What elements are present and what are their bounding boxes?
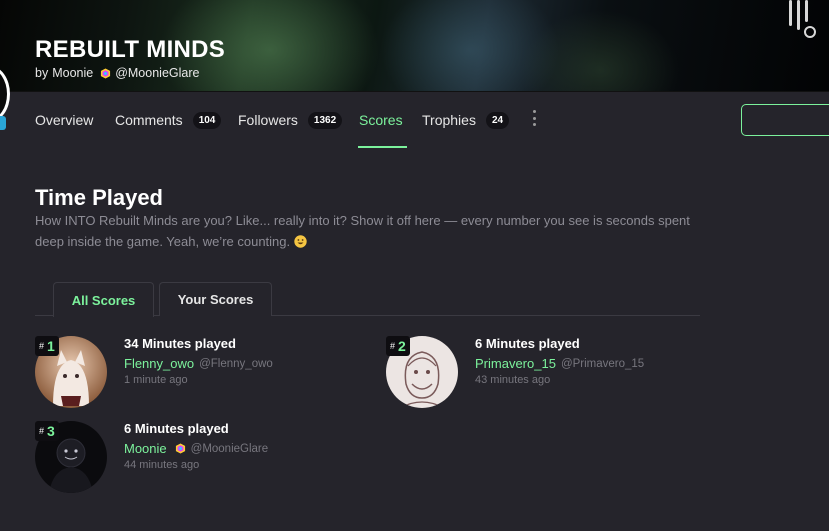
tab-followers-label: Followers: [238, 112, 298, 128]
tab-followers[interactable]: Followers 1362: [238, 92, 343, 148]
tab-all-scores-label: All Scores: [71, 292, 136, 308]
tab-scores[interactable]: Scores: [358, 92, 407, 148]
tab-overview-label: Overview: [35, 112, 94, 128]
author-byline: by Moonie @MoonieGlare: [35, 66, 199, 80]
rank-badge: #2: [386, 336, 410, 356]
score-time: 43 minutes ago: [475, 374, 551, 386]
tab-comments-label: Comments: [115, 112, 183, 128]
tab-all-scores[interactable]: All Scores: [53, 282, 154, 317]
tab-scores-label: Scores: [359, 112, 403, 128]
rank-number: 2: [398, 338, 406, 354]
score-username[interactable]: Moonie: [124, 441, 167, 456]
hexagon-badge-icon: [101, 67, 111, 79]
tab-trophies-label: Trophies: [422, 112, 476, 128]
score-username[interactable]: Primavero_15: [475, 356, 556, 371]
rank-number: 3: [47, 423, 55, 439]
score-handle: @Primavero_15: [560, 357, 645, 370]
rank-symbol: #: [39, 341, 45, 351]
score-user-row: Flenny_owo @Flenny_owo: [124, 356, 273, 371]
by-label: by: [35, 66, 49, 80]
tab-your-scores[interactable]: Your Scores: [159, 282, 272, 316]
tab-comments[interactable]: Comments 104: [115, 92, 222, 148]
tab-trophies[interactable]: Trophies 24: [422, 92, 510, 148]
follow-button[interactable]: [741, 104, 829, 136]
hexagon-badge-icon: [175, 443, 185, 454]
score-handle: @Flenny_owo: [199, 357, 273, 370]
score-tabs: All Scores Your Scores: [35, 282, 700, 317]
author-handle[interactable]: @MoonieGlare: [115, 66, 199, 80]
tab-your-scores-label: Your Scores: [177, 292, 254, 307]
score-handle: @MoonieGlare: [190, 442, 269, 455]
game-nav: Overview Comments 104 Followers 1362 Sco…: [0, 92, 829, 148]
section-description-text: How INTO Rebuilt Minds are you? Like... …: [35, 213, 690, 249]
more-menu-icon[interactable]: [530, 110, 538, 126]
author-name[interactable]: Moonie: [52, 66, 93, 80]
rank-badge: #3: [35, 421, 59, 441]
rank-symbol: #: [39, 426, 45, 436]
score-user-row: Primavero_15 @Primavero_15: [475, 356, 644, 371]
rank-badge: #1: [35, 336, 59, 356]
score-username[interactable]: Flenny_owo: [124, 356, 194, 371]
banner-logo-dot-icon: [804, 26, 816, 38]
section-description: How INTO Rebuilt Minds are you? Like... …: [35, 210, 695, 252]
game-title: REBUILT MINDS: [35, 36, 226, 63]
grinning-face-emoji-icon: [294, 235, 307, 248]
section-title: Time Played: [35, 185, 163, 210]
trophies-count-badge: 24: [485, 111, 510, 129]
score-value: 6 Minutes played: [124, 421, 229, 436]
rank-number: 1: [47, 338, 55, 354]
score-value: 6 Minutes played: [475, 336, 580, 351]
score-info: 6 Minutes played Primavero_15 @Primavero…: [475, 336, 644, 386]
score-info: 6 Minutes played Moonie @MoonieGlare 44 …: [124, 421, 268, 471]
score-value: 34 Minutes played: [124, 336, 236, 351]
rank-symbol: #: [390, 341, 396, 351]
score-time: 44 minutes ago: [124, 459, 200, 471]
tab-overview[interactable]: Overview: [35, 92, 93, 148]
score-time: 1 minute ago: [124, 374, 188, 386]
score-info: 34 Minutes played Flenny_owo @Flenny_owo…: [124, 336, 273, 386]
followers-count-badge: 1362: [307, 111, 343, 129]
score-user-row: Moonie @MoonieGlare: [124, 441, 268, 456]
game-banner: REBUILT MINDS by Moonie @MoonieGlare: [0, 0, 829, 92]
comments-count-badge: 104: [192, 111, 222, 129]
